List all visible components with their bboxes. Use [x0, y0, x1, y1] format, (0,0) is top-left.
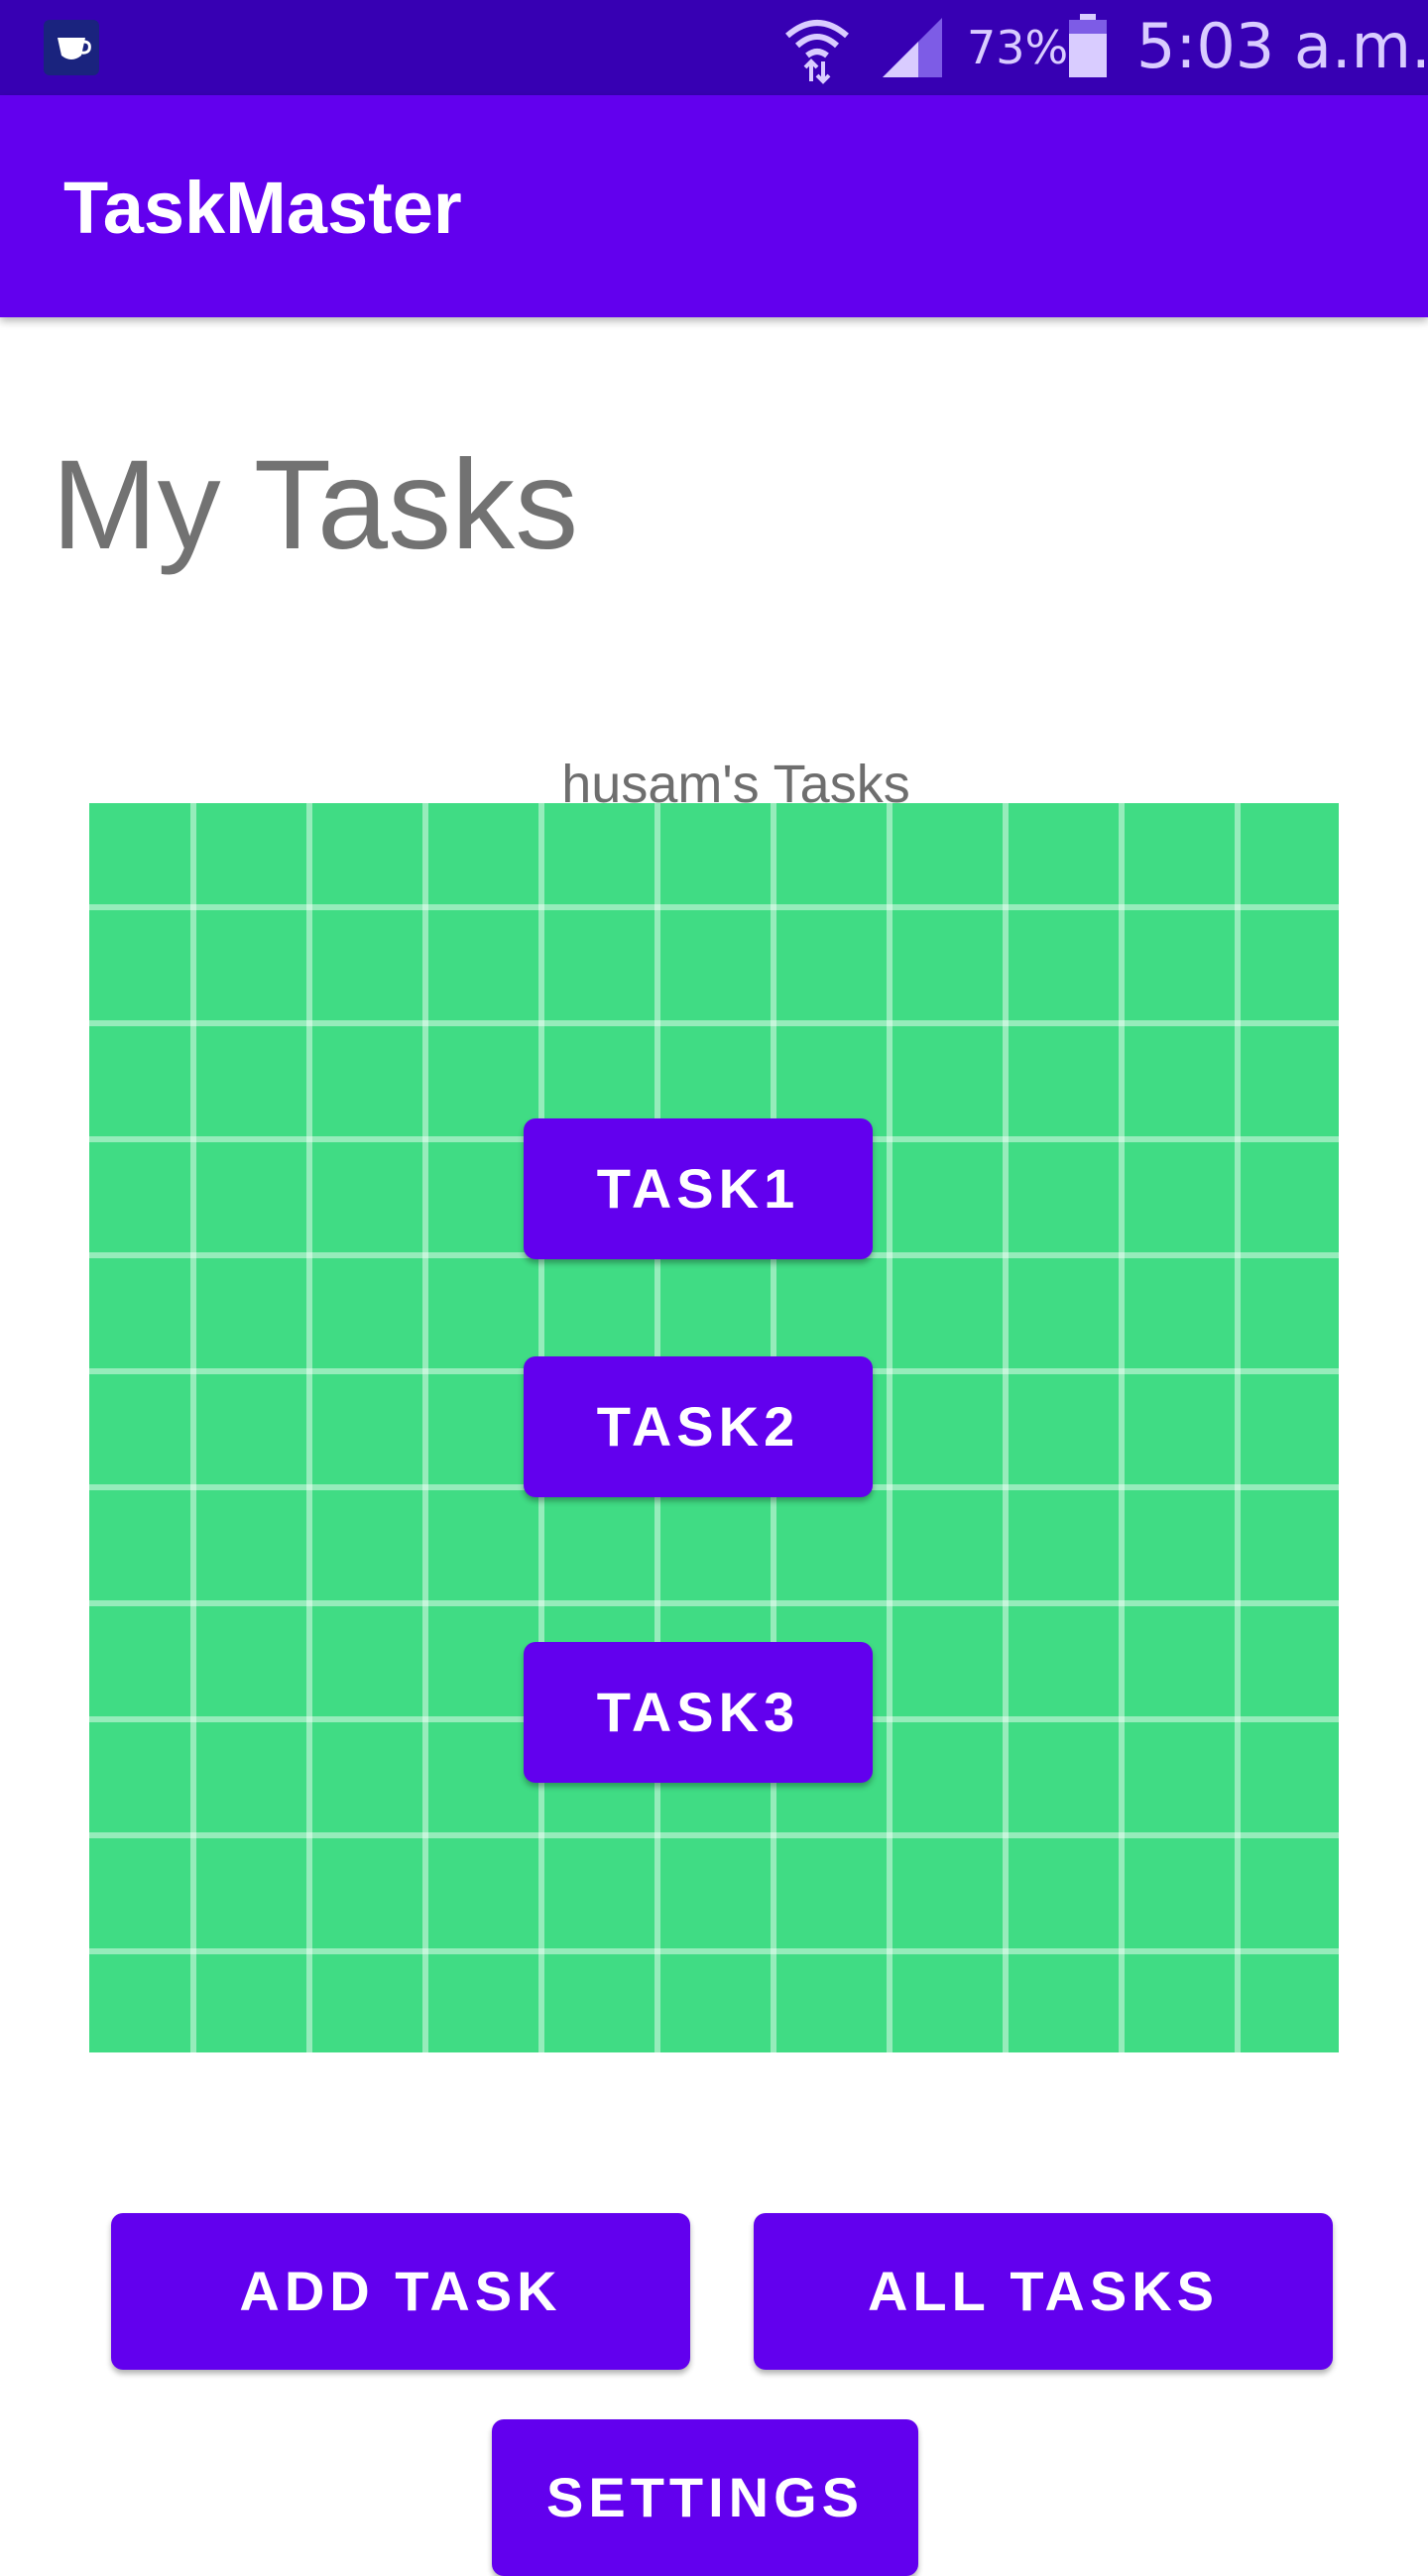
battery-percent: 73%	[967, 21, 1069, 74]
wifi-icon	[779, 10, 855, 85]
all-tasks-button[interactable]: ALL TASKS	[754, 2213, 1333, 2370]
task2-button[interactable]: TASK2	[524, 1356, 873, 1497]
task3-button[interactable]: TASK3	[524, 1642, 873, 1783]
user-tasks-label: husam's Tasks	[561, 755, 910, 814]
battery-icon	[1067, 14, 1109, 79]
cell-signal-icon	[879, 14, 948, 79]
add-task-button[interactable]: ADD TASK	[111, 2213, 690, 2370]
page-title: My Tasks	[52, 434, 579, 576]
app-notification-icon	[44, 20, 99, 75]
task1-button[interactable]: TASK1	[524, 1118, 873, 1259]
app-bar: TaskMaster	[0, 95, 1428, 317]
task-grid-area: TASK1 TASK2 TASK3	[89, 803, 1339, 2052]
app-title: TaskMaster	[63, 167, 462, 249]
status-time: 5:03 a.m.	[1136, 10, 1428, 82]
settings-button[interactable]: SETTINGS	[492, 2419, 918, 2576]
status-bar: 73% 5:03 a.m.	[0, 0, 1428, 95]
